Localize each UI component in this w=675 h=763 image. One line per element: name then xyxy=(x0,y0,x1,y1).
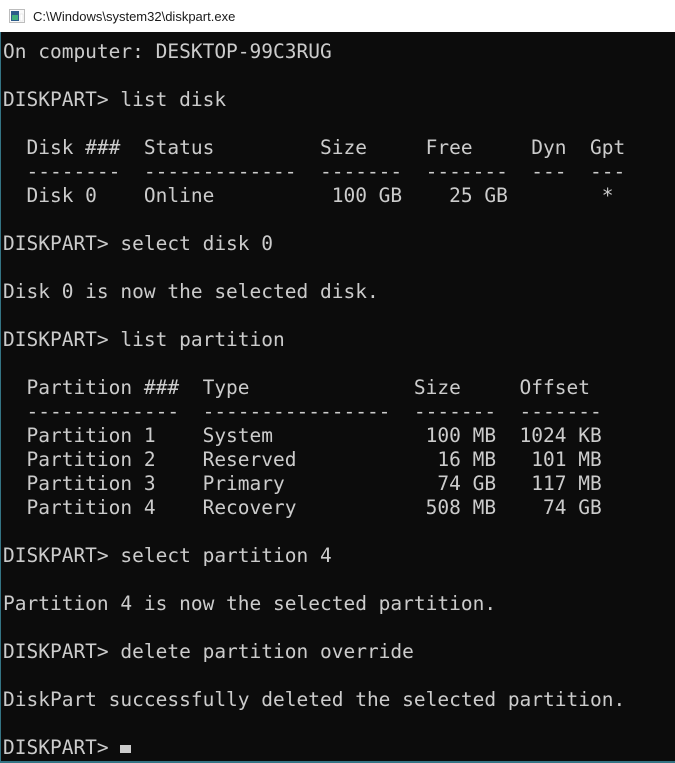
terminal-line xyxy=(3,616,675,640)
terminal-line: Disk 0 Online 100 GB 25 GB * xyxy=(3,184,675,208)
terminal-body[interactable]: On computer: DESKTOP-99C3RUG DISKPART> li… xyxy=(0,32,675,763)
terminal-line: DiskPart successfully deleted the select… xyxy=(3,688,675,712)
terminal-line: DISKPART> select disk 0 xyxy=(3,232,675,256)
terminal-line: Disk 0 is now the selected disk. xyxy=(3,280,675,304)
titlebar[interactable]: C:\Windows\system32\diskpart.exe xyxy=(0,0,675,32)
terminal-line: Disk ### Status Size Free Dyn Gpt xyxy=(3,136,675,160)
window-title: C:\Windows\system32\diskpart.exe xyxy=(33,9,235,24)
terminal-line xyxy=(3,112,675,136)
terminal-line xyxy=(3,208,675,232)
terminal-line: Partition 2 Reserved 16 MB 101 MB xyxy=(3,448,675,472)
console-icon xyxy=(9,8,25,24)
text-cursor xyxy=(120,745,131,753)
terminal-line: DISKPART> list partition xyxy=(3,328,675,352)
terminal-line: DISKPART> delete partition override xyxy=(3,640,675,664)
terminal-line xyxy=(3,712,675,736)
terminal-line: Partition 1 System 100 MB 1024 KB xyxy=(3,424,675,448)
terminal-line: Partition 4 Recovery 508 MB 74 GB xyxy=(3,496,675,520)
terminal-line xyxy=(3,520,675,544)
terminal-line: ------------- ---------------- ------- -… xyxy=(3,400,675,424)
terminal-line: Partition 3 Primary 74 GB 117 MB xyxy=(3,472,675,496)
terminal-line xyxy=(3,256,675,280)
terminal-line xyxy=(3,304,675,328)
terminal-line: DISKPART> xyxy=(3,736,675,760)
terminal-line: DISKPART> select partition 4 xyxy=(3,544,675,568)
terminal-line xyxy=(3,64,675,88)
terminal-line: -------- ------------- ------- ------- -… xyxy=(3,160,675,184)
terminal-line xyxy=(3,352,675,376)
terminal-line xyxy=(3,664,675,688)
terminal-line xyxy=(3,568,675,592)
terminal-line: Partition 4 is now the selected partitio… xyxy=(3,592,675,616)
terminal-line: DISKPART> list disk xyxy=(3,88,675,112)
terminal-line: Partition ### Type Size Offset xyxy=(3,376,675,400)
terminal-line: On computer: DESKTOP-99C3RUG xyxy=(3,40,675,64)
console-window: C:\Windows\system32\diskpart.exe On comp… xyxy=(0,0,675,763)
